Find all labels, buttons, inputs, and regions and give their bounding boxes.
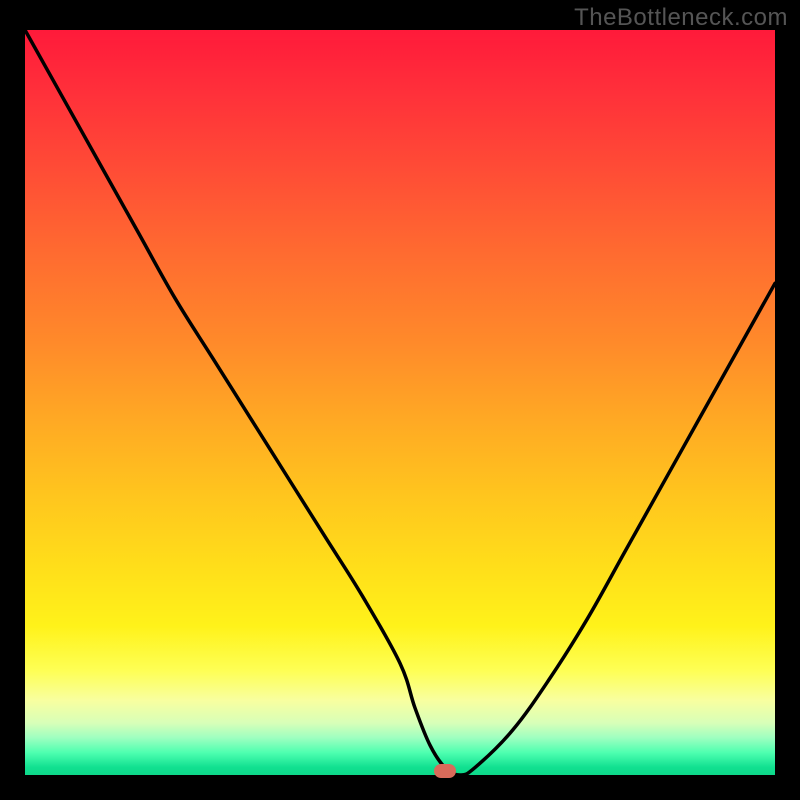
bottleneck-marker	[434, 764, 456, 778]
plot-area	[25, 30, 775, 775]
bottleneck-curve	[25, 30, 775, 775]
chart-frame: TheBottleneck.com	[0, 0, 800, 800]
watermark-text: TheBottleneck.com	[574, 4, 788, 32]
